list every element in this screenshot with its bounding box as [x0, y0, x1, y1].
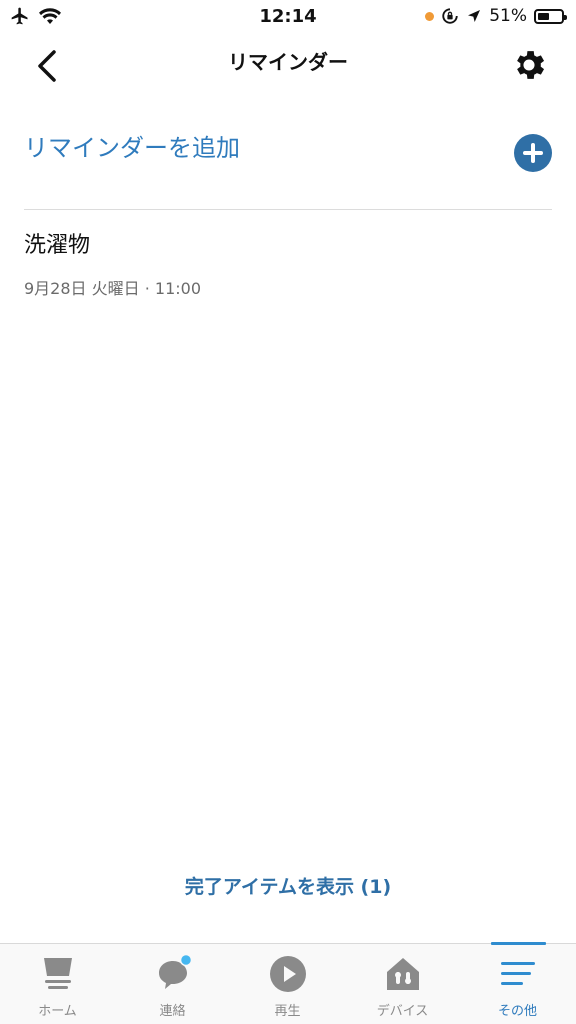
page-title: リマインダー — [228, 50, 348, 74]
gear-icon — [517, 51, 545, 79]
reminder-datetime: 9月28日 火曜日 · 11:00 — [24, 279, 201, 298]
chat-bubble-icon — [158, 954, 192, 989]
menu-icon — [500, 962, 535, 985]
battery-icon — [534, 8, 567, 24]
location-dot-icon — [425, 11, 435, 21]
status-bar: 12:14 51% — [0, 0, 576, 34]
add-reminder-label[interactable]: リマインダーを追加 — [24, 128, 240, 163]
home-icon — [43, 958, 72, 989]
tab-label: その他 — [497, 1004, 537, 1019]
location-arrow-icon — [468, 10, 481, 22]
reminder-item[interactable]: 洗濯物 9月28日 火曜日 · 11:00 — [24, 225, 552, 305]
play-icon — [269, 956, 306, 992]
tab-label: デバイス — [376, 1004, 429, 1019]
reminder-title: 洗濯物 — [24, 233, 91, 258]
add-icon[interactable] — [514, 134, 552, 172]
divider — [24, 209, 552, 210]
add-reminder-row[interactable]: リマインダーを追加 — [24, 128, 552, 178]
tab-label: 連絡 — [159, 1004, 186, 1019]
header: リマインダー — [0, 34, 576, 96]
battery-percent: 51% — [489, 6, 527, 26]
bottom-tab-bar: ホーム 連絡 再生 デバイス その他 — [0, 942, 576, 1024]
tab-more[interactable]: その他 — [460, 944, 575, 1024]
status-right: 51% — [425, 6, 567, 26]
tab-communicate[interactable]: 連絡 — [115, 944, 230, 1024]
devices-icon — [386, 958, 419, 990]
tab-label: ホーム — [38, 1004, 77, 1019]
tab-devices[interactable]: デバイス — [345, 944, 460, 1024]
tab-label: 再生 — [274, 1004, 301, 1019]
orientation-lock-icon — [442, 8, 458, 24]
show-completed-items-link[interactable]: 完了アイテムを表示 (1) — [0, 872, 576, 899]
tab-home[interactable]: ホーム — [0, 944, 115, 1024]
settings-button[interactable] — [510, 46, 548, 84]
tab-play[interactable]: 再生 — [230, 944, 345, 1024]
